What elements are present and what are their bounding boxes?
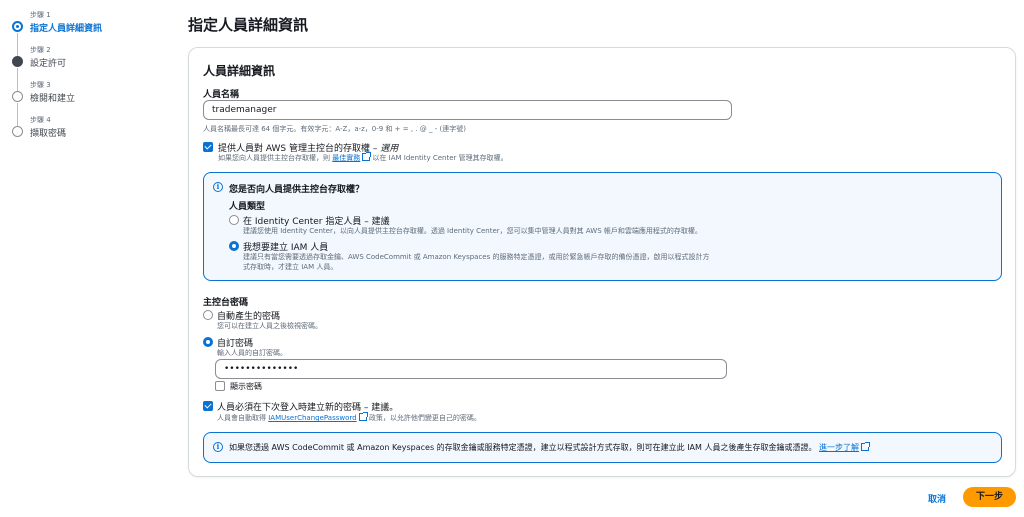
step-active-indicator-icon [12,21,23,32]
require-reset-label: 人員必須在下次登入時建立新的密碼 – 建議。 [217,403,399,413]
step-complete-indicator-icon [12,56,23,67]
step-3: 步驟 3 檢閱和建立 [12,78,172,126]
learn-more-link[interactable]: 進一步了解 [819,443,859,452]
iam-user-change-password-link[interactable]: IAMUserChangePassword [268,414,356,422]
hint-text: 如果您向人員提供主控台存取權，則 [218,154,333,162]
iam-user-option-desc-line1: 建議只有當您需要透過存取金鑰、AWS CodeCommit 或 Amazon K… [243,253,710,261]
step-4: 步驟 4 擷取密碼 [12,113,172,148]
info-text: 如果您透過 AWS CodeCommit 或 Amazon Keyspaces … [229,443,817,452]
show-password-label: 顯示密碼 [230,382,262,391]
step-number: 步驟 2 [30,46,51,54]
step-pending-indicator-icon [12,91,23,102]
wizard-steps: 步驟 1 指定人員詳細資訊 步驟 2 設定許可 步驟 3 檢閱和建立 步驟 4 … [12,8,172,148]
best-practices-link[interactable]: 最佳實務 [332,154,360,162]
hint-text: 以在 IAM Identity Center 管理其存取權。 [370,154,508,162]
step-2: 步驟 2 設定許可 [12,43,172,91]
step-label[interactable]: 擷取密碼 [30,126,66,139]
username-hint: 人員名稱最長可達 64 個字元。有效字元：A-Z，a-z，0-9 和 + = ,… [203,125,466,133]
external-link-icon [861,442,871,451]
show-password-checkbox[interactable] [215,381,225,391]
page-title: 指定人員詳細資訊 [188,16,309,34]
step-label[interactable]: 指定人員詳細資訊 [30,21,102,34]
step-number: 步驟 3 [30,81,51,89]
console-access-checkbox[interactable] [203,142,213,152]
custom-password-radio[interactable] [203,337,213,347]
iam-user-option-desc-line2: 式存取時，才建立 IAM 人員。 [243,263,338,271]
auto-password-radio[interactable] [203,310,213,320]
step-label[interactable]: 設定許可 [30,56,66,69]
auto-password-desc: 您可以在建立人員之後檢視密碼。 [217,322,322,330]
username-label: 人員名稱 [203,90,240,100]
info-icon: i [213,442,223,452]
step-1: 步驟 1 指定人員詳細資訊 [12,8,172,56]
access-key-info-box: i 如果您透過 AWS CodeCommit 或 Amazon Keyspace… [203,432,1002,463]
external-link-icon [362,152,372,161]
desc-text: 人員會自動取得 [217,414,269,422]
info-icon: i [213,182,223,192]
step-number: 步驟 4 [30,116,51,124]
username-input[interactable] [203,100,732,120]
step-label[interactable]: 檢閱和建立 [30,91,75,104]
require-reset-desc: 人員會自動取得 IAMUserChangePassword 政策，以允許他們變更… [217,412,481,423]
external-link-icon [358,412,368,421]
identity-center-radio[interactable] [229,215,239,225]
user-type-label: 人員類型 [229,202,266,212]
console-access-hint: 如果您向人員提供主控台存取權，則 最佳實務 以在 IAM Identity Ce… [218,152,508,163]
custom-password-desc: 輸入人員的自訂密碼。 [217,349,287,357]
step-number: 步驟 1 [30,11,51,19]
custom-password-input[interactable] [215,359,727,379]
access-key-info-text: 如果您透過 AWS CodeCommit 或 Amazon Keyspaces … [229,442,871,453]
next-button[interactable]: 下一步 [963,487,1016,507]
info-question: 您是否向人員提供主控台存取權？ [229,185,365,195]
step-pending-indicator-icon [12,126,23,137]
user-type-info-box: i 您是否向人員提供主控台存取權？ 人員類型 在 Identity Center… [203,172,1002,281]
cancel-button[interactable]: 取消 [928,492,946,505]
console-password-label: 主控台密碼 [203,298,249,308]
identity-center-option-desc: 建議您使用 Identity Center，以向人員提供主控台存取權。透過 Id… [243,227,702,235]
iam-user-radio[interactable] [229,241,239,251]
require-reset-checkbox[interactable] [203,401,213,411]
card-title: 人員詳細資訊 [203,64,276,78]
desc-text: 政策，以允許他們變更自己的密碼。 [366,414,481,422]
user-details-card: 人員詳細資訊 人員名稱 人員名稱最長可達 64 個字元。有效字元：A-Z，a-z… [188,47,1016,477]
